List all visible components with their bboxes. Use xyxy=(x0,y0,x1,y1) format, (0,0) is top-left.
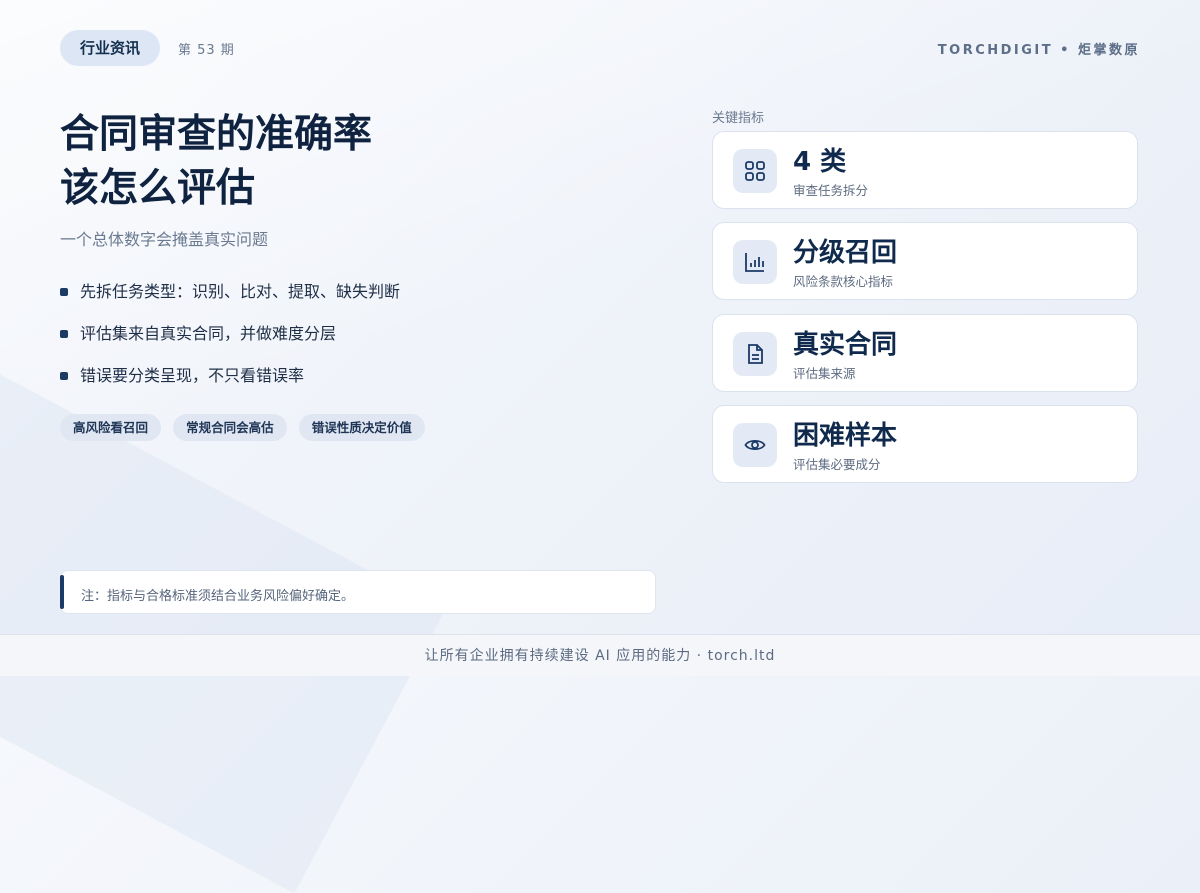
bullet-marker xyxy=(60,288,68,296)
issue-number: 第 53 期 xyxy=(178,43,235,58)
page-subtitle: 一个总体数字会掩盖真实问题 xyxy=(60,230,269,249)
metric-card-task-types: 4 类 审查任务拆分 xyxy=(712,131,1138,209)
metric-label: 评估集必要成分 xyxy=(793,457,881,472)
bullet-item: 先拆任务类型：识别、比对、提取、缺失判断 xyxy=(60,272,400,314)
metric-value: 4 类 xyxy=(793,147,847,177)
title-line-1: 合同审查的准确率 xyxy=(60,112,373,157)
bullet-list: 先拆任务类型：识别、比对、提取、缺失判断 评估集来自真实合同，并做难度分层 错误… xyxy=(60,272,400,398)
note-box: 注：指标与合格标准须结合业务风险偏好确定。 xyxy=(60,570,656,614)
chip-high-risk-recall: 高风险看召回 xyxy=(60,414,162,441)
metric-label: 审查任务拆分 xyxy=(793,183,869,198)
grid-icon xyxy=(733,149,777,193)
bullet-text: 先拆任务类型：识别、比对、提取、缺失判断 xyxy=(80,282,401,301)
metrics-section-label: 关键指标 xyxy=(712,111,765,126)
metric-label: 风险条款核心指标 xyxy=(793,274,894,289)
bullet-text: 评估集来自真实合同，并做难度分层 xyxy=(80,324,337,343)
metric-label: 评估集来源 xyxy=(793,366,856,381)
note-accent-bar xyxy=(60,575,64,609)
metric-value: 真实合同 xyxy=(793,330,898,360)
metric-value: 困难样本 xyxy=(793,421,898,451)
bullet-item: 评估集来自真实合同，并做难度分层 xyxy=(60,314,400,356)
page-title: 合同审查的准确率 该怎么评估 xyxy=(60,108,620,216)
bullet-text: 错误要分类呈现，不只看错误率 xyxy=(80,366,305,385)
bullet-item: 错误要分类呈现，不只看错误率 xyxy=(60,356,400,398)
eye-icon xyxy=(733,423,777,467)
brand-name: TORCHDIGIT • 炬掌数原 xyxy=(937,43,1140,58)
tag-chips: 高风险看召回 常规合同会高估 错误性质决定价值 xyxy=(60,414,432,441)
title-line-2: 该怎么评估 xyxy=(60,166,256,211)
bar-chart-icon xyxy=(733,240,777,284)
category-tag: 行业资讯 xyxy=(60,30,161,66)
metric-card-recall: 分级召回 风险条款核心指标 xyxy=(712,222,1138,300)
header: 行业资讯 第 53 期 TORCHDIGIT • 炬掌数原 xyxy=(60,30,1140,66)
chip-overestimate: 常规合同会高估 xyxy=(173,414,287,441)
footer-tagline: 让所有企业拥有持续建设 AI 应用的能力 · torch.ltd xyxy=(0,634,1200,676)
metric-card-hard-samples: 困难样本 评估集必要成分 xyxy=(712,405,1138,483)
metric-value: 分级召回 xyxy=(793,238,898,268)
note-text: 注：指标与合格标准须结合业务风险偏好确定。 xyxy=(81,589,355,604)
chip-error-nature: 错误性质决定价值 xyxy=(298,414,425,441)
bullet-marker xyxy=(60,330,68,338)
bullet-marker xyxy=(60,372,68,380)
document-icon xyxy=(733,332,777,376)
metric-card-real-contracts: 真实合同 评估集来源 xyxy=(712,314,1138,392)
